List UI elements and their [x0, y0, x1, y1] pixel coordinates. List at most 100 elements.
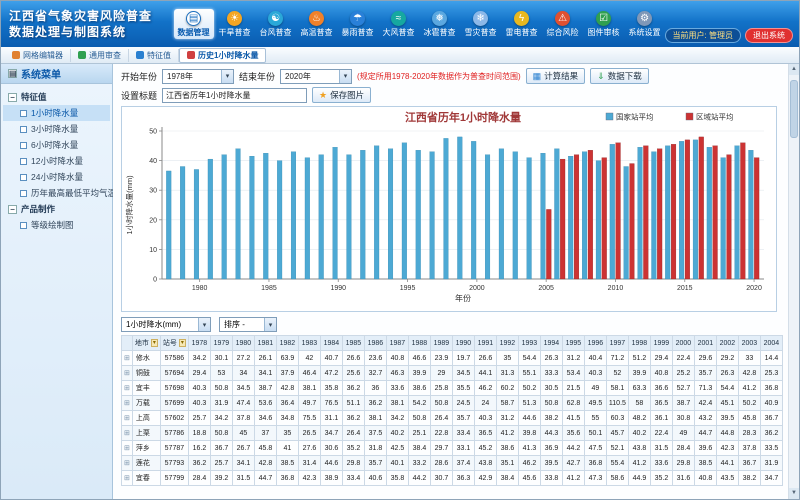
end-year-select[interactable]: 2020年 ▾	[280, 69, 352, 84]
chart-title-input[interactable]	[162, 88, 307, 103]
toolbar-item-label: 图件审核	[588, 27, 620, 38]
toolbar-item-12[interactable]: ⚙系统设置	[625, 9, 665, 39]
year-column-header[interactable]: 1996	[584, 336, 606, 351]
row-expander-icon[interactable]: ⊞	[122, 426, 133, 441]
year-column-header[interactable]: 1988	[408, 336, 430, 351]
sidebar-item[interactable]: 12小时降水量	[3, 153, 110, 169]
save-image-button[interactable]: ★ 保存图片	[312, 87, 371, 103]
year-column-header[interactable]: 2001	[694, 336, 716, 351]
toolbar-item-4[interactable]: ♨高温普查	[297, 9, 337, 39]
year-column-header[interactable]: 2000	[672, 336, 694, 351]
row-expander-icon[interactable]: ⊞	[122, 396, 133, 411]
year-column-header[interactable]: 1985	[342, 336, 364, 351]
year-column-header[interactable]: 1995	[562, 336, 584, 351]
station-id-column-header[interactable]: 站号▾	[160, 336, 188, 351]
station-column-header[interactable]: 地市▾	[132, 336, 160, 351]
year-column-header[interactable]: 1992	[496, 336, 518, 351]
year-column-header[interactable]: 1989	[430, 336, 452, 351]
toolbar-item-11[interactable]: ☑图件审核	[584, 9, 624, 39]
row-expander-icon[interactable]: ⊞	[122, 351, 133, 366]
row-expander-icon[interactable]: ⊞	[122, 471, 133, 486]
scroll-up-arrow[interactable]: ▲	[789, 64, 799, 75]
start-year-value: 1978年	[167, 71, 193, 82]
table-row[interactable]: ⊞上栗5778618.850.845373526.534.726.437.540…	[122, 426, 784, 441]
sidebar-item[interactable]: 24小时降水量	[3, 169, 110, 185]
toolbar-item-3[interactable]: ☯台风普查	[256, 9, 296, 39]
toolbar-item-2[interactable]: ☀干旱普查	[215, 9, 255, 39]
toolbar-item-5[interactable]: ☂暴雨普查	[338, 9, 378, 39]
vertical-scrollbar[interactable]: ▲ ▼	[788, 64, 799, 499]
table-row[interactable]: ⊞莲花5779336.225.734.142.838.531.444.629.8…	[122, 456, 784, 471]
sidebar-item[interactable]: 等级绘制图	[3, 217, 110, 233]
row-expander-icon[interactable]: ⊞	[122, 381, 133, 396]
year-column-header[interactable]: 1986	[364, 336, 386, 351]
year-column-header[interactable]: 1991	[474, 336, 496, 351]
table-row[interactable]: ⊞万载5769940.331.947.453.636.449.776.551.1…	[122, 396, 784, 411]
sidebar-item[interactable]: 1小时降水量	[3, 105, 110, 121]
value-cell: 41.2	[628, 456, 650, 471]
value-cell: 29.7	[430, 441, 452, 456]
value-cell: 38.5	[276, 456, 298, 471]
value-cell: 37.4	[452, 456, 474, 471]
year-column-header[interactable]: 1998	[628, 336, 650, 351]
start-year-select[interactable]: 1978年 ▾	[162, 69, 234, 84]
tab-2[interactable]: 通用审查	[71, 49, 129, 62]
row-expander-icon[interactable]: ⊞	[122, 456, 133, 471]
tree-collapse-icon[interactable]: −	[8, 205, 17, 214]
year-column-header[interactable]: 1993	[518, 336, 540, 351]
year-column-header[interactable]: 1994	[540, 336, 562, 351]
year-column-header[interactable]: 1982	[276, 336, 298, 351]
scroll-down-arrow[interactable]: ▼	[789, 488, 799, 499]
settings-icon: ⚙	[637, 11, 652, 26]
table-row[interactable]: ⊞修水5758634.230.127.226.163.94240.726.623…	[122, 351, 784, 366]
year-column-header[interactable]: 1980	[232, 336, 254, 351]
value-cell: 30.7	[430, 471, 452, 486]
row-expander-icon[interactable]: ⊞	[122, 411, 133, 426]
tab-3[interactable]: 特征值	[129, 49, 179, 62]
table-row[interactable]: ⊞铜鼓5769429.4533434.137.946.447.225.632.7…	[122, 366, 784, 381]
metric-select[interactable]: 1小时降水(mm) ▾	[121, 317, 211, 332]
calc-result-button[interactable]: ▦ 计算结果	[526, 68, 586, 84]
row-expander-icon[interactable]: ⊞	[122, 366, 133, 381]
year-column-header[interactable]: 2002	[716, 336, 738, 351]
sidebar-item[interactable]: 6小时降水量	[3, 137, 110, 153]
year-column-header[interactable]: 1983	[298, 336, 320, 351]
sidebar-item[interactable]: 历年最高最低平均气温	[3, 185, 110, 201]
table-row[interactable]: ⊞上高5760225.734.237.834.634.875.531.136.2…	[122, 411, 784, 426]
value-cell: 55.4	[606, 456, 628, 471]
logout-button[interactable]: 退出系统	[745, 28, 793, 43]
year-column-header[interactable]: 1979	[210, 336, 232, 351]
scrollbar-thumb[interactable]	[790, 80, 798, 138]
year-column-header[interactable]: 1987	[386, 336, 408, 351]
sidebar-group-1[interactable]: −特征值	[3, 89, 110, 105]
table-row[interactable]: ⊞宜春5779928.439.231.544.736.842.338.933.4…	[122, 471, 784, 486]
year-column-header[interactable]: 2003	[738, 336, 760, 351]
table-row[interactable]: ⊞萍乡5778716.236.726.745.84127.630.635.231…	[122, 441, 784, 456]
sidebar-item[interactable]: 3小时降水量	[3, 121, 110, 137]
year-column-header[interactable]: 2005	[782, 336, 783, 351]
filter-icon[interactable]: ▾	[151, 339, 158, 348]
toolbar-item-1[interactable]: ▤数据管理	[174, 9, 214, 39]
year-column-header[interactable]: 2004	[760, 336, 782, 351]
tree-collapse-icon[interactable]: −	[8, 93, 17, 102]
tab-1[interactable]: 网格编辑器	[5, 49, 71, 62]
table-row[interactable]: ⊞宜丰5769840.350.834.538.742.838.135.836.2…	[122, 381, 784, 396]
toolbar-item-10[interactable]: ⚠综合风险	[543, 9, 583, 39]
toolbar-item-7[interactable]: ❅冰雹普查	[420, 9, 460, 39]
year-column-header[interactable]: 1997	[606, 336, 628, 351]
year-column-header[interactable]: 1999	[650, 336, 672, 351]
year-column-header[interactable]: 1984	[320, 336, 342, 351]
tab-4[interactable]: 历史1小时降水量	[179, 48, 266, 63]
toolbar-item-label: 雷电普查	[506, 27, 538, 38]
row-expander-icon[interactable]: ⊞	[122, 441, 133, 456]
year-column-header[interactable]: 1978	[188, 336, 210, 351]
toolbar-item-9[interactable]: ϟ雷电普查	[502, 9, 542, 39]
sidebar-group-2[interactable]: −产品制作	[3, 201, 110, 217]
data-download-button[interactable]: ⇓ 数据下载	[590, 68, 649, 84]
toolbar-item-6[interactable]: ≈大风普查	[379, 9, 419, 39]
sort-select[interactable]: 排序 - ▾	[219, 317, 277, 332]
year-column-header[interactable]: 1981	[254, 336, 276, 351]
year-column-header[interactable]: 1990	[452, 336, 474, 351]
toolbar-item-8[interactable]: ❄雪灾普查	[461, 9, 501, 39]
filter-icon[interactable]: ▾	[179, 339, 186, 348]
